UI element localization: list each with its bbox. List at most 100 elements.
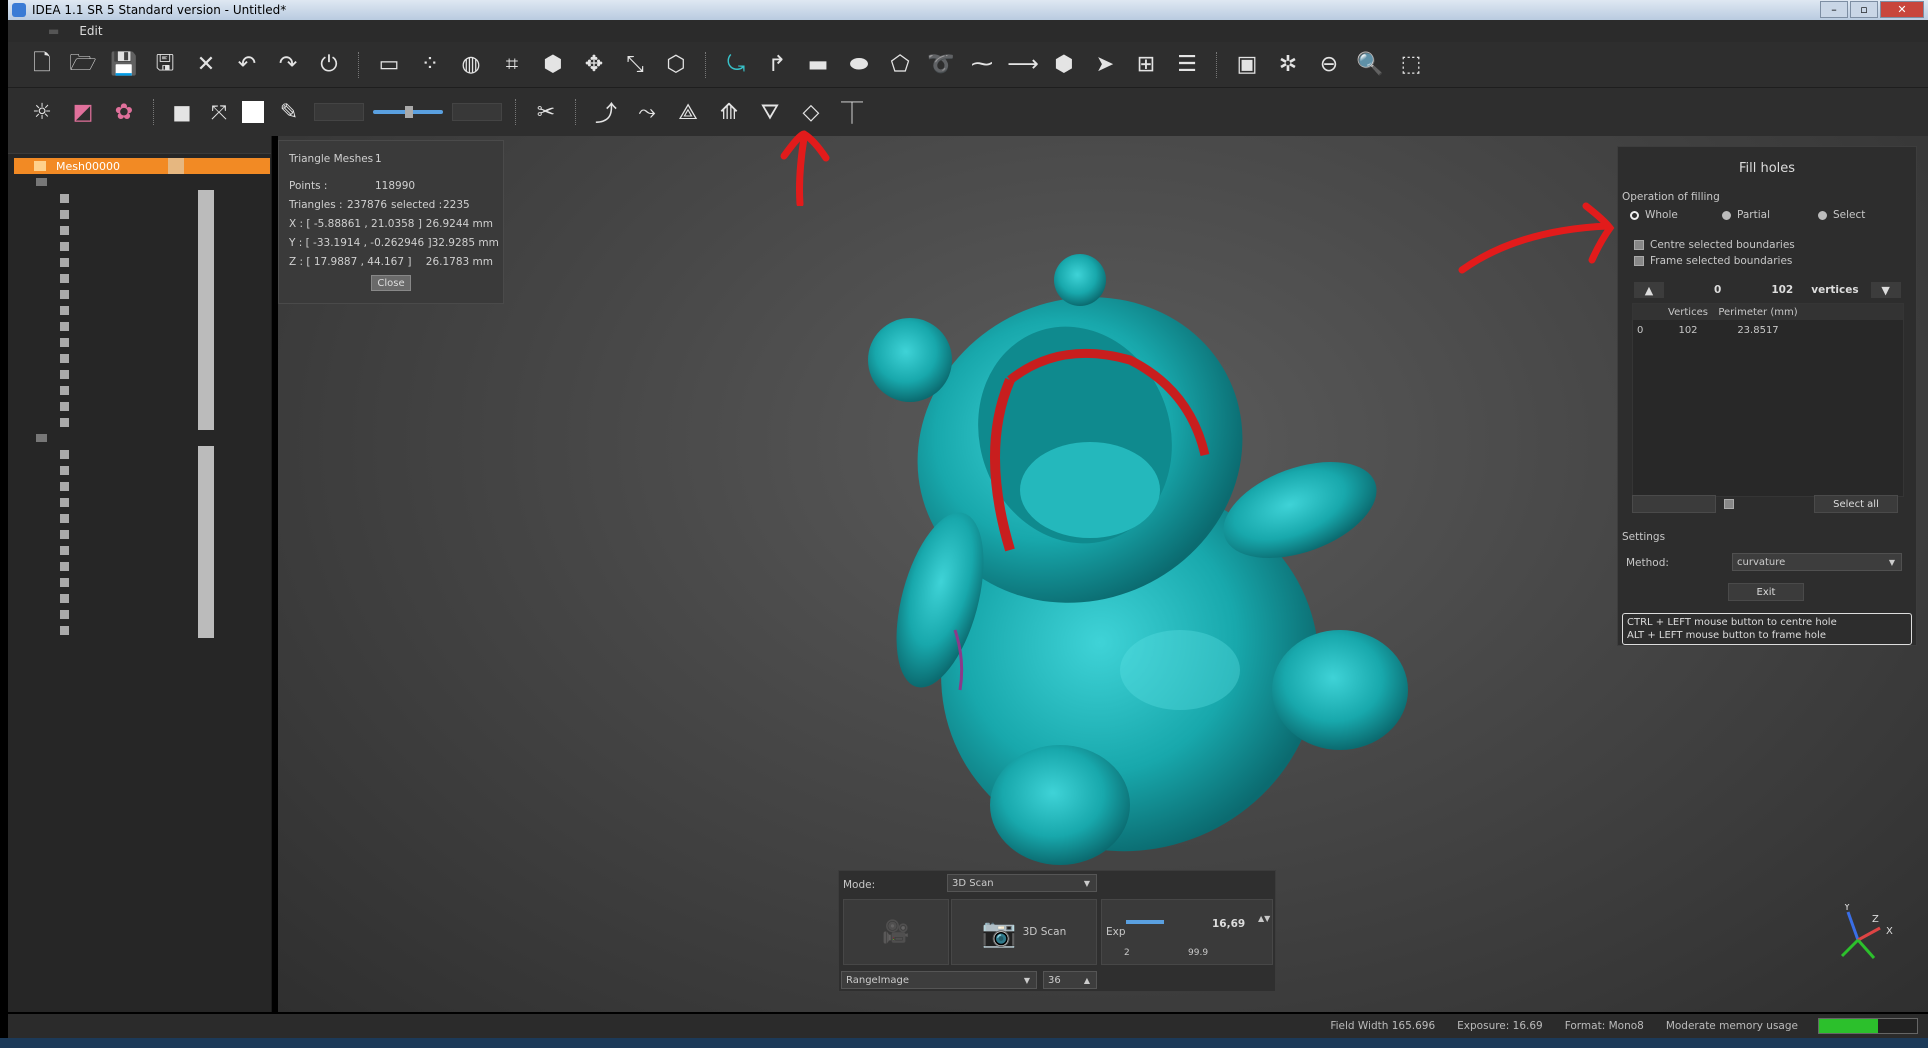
globe-icon[interactable]: ◍ [455, 49, 487, 81]
tree-item[interactable] [8, 206, 271, 222]
polygon-select-icon[interactable]: ⬠ [884, 49, 916, 81]
visibility-toggle[interactable] [198, 510, 214, 526]
arrow-line-icon[interactable]: ⟶ [1007, 49, 1039, 81]
tree-item[interactable] [8, 270, 271, 286]
tree-item[interactable] [8, 350, 271, 366]
visibility-toggle[interactable] [198, 206, 214, 222]
radio-select[interactable]: Select [1818, 209, 1865, 221]
visibility-toggle[interactable] [198, 334, 214, 350]
window-icon[interactable]: ▣ [1231, 49, 1263, 81]
cursor-select-icon[interactable]: ➤ [1089, 49, 1121, 81]
tree-item[interactable] [8, 286, 271, 302]
tree-item[interactable] [8, 318, 271, 334]
close-icon[interactable]: ✕ [1880, 1, 1924, 18]
opacity-slider[interactable] [373, 106, 443, 118]
plane-cut-icon[interactable]: ◇ [795, 96, 827, 128]
tree-item[interactable] [8, 622, 271, 638]
tree-item[interactable] [8, 590, 271, 606]
visibility-toggle[interactable] [198, 318, 214, 334]
layers-icon[interactable]: ☰ [1171, 49, 1203, 81]
visibility-toggle[interactable] [198, 414, 214, 430]
ellipse-select-icon[interactable]: ⬬ [843, 49, 875, 81]
smooth-icon[interactable]: ⤳ [631, 96, 663, 128]
tree-item[interactable] [8, 446, 271, 462]
tree-item[interactable] [8, 574, 271, 590]
menu-item-file[interactable]: ▬ [48, 24, 59, 38]
tree-item[interactable] [8, 222, 271, 238]
select-all-button[interactable]: Select all [1814, 495, 1898, 513]
visibility-toggle[interactable] [198, 190, 214, 206]
shape-icon[interactable]: ⬡ [660, 49, 692, 81]
visibility-toggle[interactable] [168, 158, 184, 174]
exp-slider[interactable] [1126, 920, 1164, 924]
merge-icon[interactable]: ⬢ [537, 49, 569, 81]
range-spin[interactable]: 36 ▲ [1043, 971, 1097, 989]
refine-icon[interactable]: ⟰ [713, 96, 745, 128]
tree-item[interactable] [8, 190, 271, 206]
menu-item-edit[interactable]: Edit [79, 24, 102, 38]
rectangle-select-icon[interactable]: ▬ [802, 49, 834, 81]
spin-icon[interactable]: ▲▼ [1258, 914, 1270, 923]
curve-icon[interactable]: ⤿ [720, 49, 752, 81]
visibility-toggle[interactable] [198, 254, 214, 270]
visibility-toggle[interactable] [198, 590, 214, 606]
maximize-icon[interactable]: ▫ [1850, 1, 1878, 18]
shading-icon[interactable]: ◩ [67, 96, 99, 128]
line-select-icon[interactable]: ⁓ [966, 49, 998, 81]
tree-item[interactable] [8, 302, 271, 318]
visibility-toggle[interactable] [198, 302, 214, 318]
save-as-icon[interactable]: 🖫 [149, 49, 181, 81]
visibility-toggle[interactable] [198, 606, 214, 622]
decimate-icon[interactable]: ⟁ [672, 96, 704, 128]
visibility-toggle[interactable] [198, 462, 214, 478]
invert-selection-icon[interactable]: ⬢ [1048, 49, 1080, 81]
visibility-toggle[interactable] [198, 494, 214, 510]
visibility-toggle[interactable] [198, 222, 214, 238]
scanner-icon[interactable]: ▭ [373, 49, 405, 81]
mesh-model[interactable] [860, 250, 1420, 870]
tree-group-a[interactable] [8, 174, 271, 190]
split-icon[interactable]: ✥ [578, 49, 610, 81]
tree-item[interactable] [8, 366, 271, 382]
lasso-icon[interactable]: ➰ [925, 49, 957, 81]
tree-item[interactable] [8, 510, 271, 526]
table-row[interactable]: 0 102 23.8517 [1633, 320, 1903, 340]
visibility-toggle[interactable] [198, 286, 214, 302]
grid-select-icon[interactable]: ⊞ [1130, 49, 1162, 81]
tree-item[interactable] [8, 382, 271, 398]
method-select[interactable]: curvature ▼ [1732, 553, 1902, 571]
tree-item[interactable] [8, 542, 271, 558]
palette-icon[interactable]: ✎ [273, 96, 305, 128]
tree-item[interactable] [8, 398, 271, 414]
tree-item[interactable] [8, 558, 271, 574]
mesh-icon[interactable]: ⌗ [496, 49, 528, 81]
visibility-toggle[interactable] [198, 382, 214, 398]
visibility-toggle[interactable] [198, 622, 214, 638]
redo-icon[interactable]: ↷ [272, 49, 304, 81]
align-icon[interactable]: ⤡ [619, 49, 651, 81]
centre-boundaries-checkbox[interactable]: Centre selected boundaries [1634, 239, 1795, 251]
tree-item[interactable] [8, 494, 271, 510]
radio-partial[interactable]: Partial [1722, 209, 1770, 221]
visibility-toggle[interactable] [198, 526, 214, 542]
frame-boundaries-checkbox[interactable]: Frame selected boundaries [1634, 255, 1792, 267]
tools-icon[interactable]: ✂ [530, 96, 562, 128]
tree-item[interactable] [8, 462, 271, 478]
open-folder-icon[interactable]: 🗁 [67, 49, 99, 81]
tree-item-mesh[interactable]: Mesh00000 [14, 158, 270, 174]
light-icon[interactable]: ☼ [26, 96, 58, 128]
rotate-icon[interactable]: ✲ [1272, 49, 1304, 81]
orbit-icon[interactable]: ⊖ [1313, 49, 1345, 81]
trim-icon[interactable]: ⏉ [836, 96, 868, 128]
undo-icon[interactable]: ↶ [231, 49, 263, 81]
video-button[interactable]: 🎥 [843, 899, 949, 965]
points-icon[interactable]: ⁘ [414, 49, 446, 81]
wireframe-icon[interactable]: ⤧ [205, 96, 233, 128]
texture-icon[interactable]: ✿ [108, 96, 140, 128]
minimize-icon[interactable]: – [1820, 1, 1848, 18]
visibility-toggle[interactable] [198, 574, 214, 590]
delete-icon[interactable]: ✕ [190, 49, 222, 81]
tree-item[interactable] [8, 414, 271, 430]
range-select[interactable]: RangeImage ▼ [841, 971, 1037, 989]
edit-mesh-icon[interactable]: ⤴ [590, 96, 622, 128]
